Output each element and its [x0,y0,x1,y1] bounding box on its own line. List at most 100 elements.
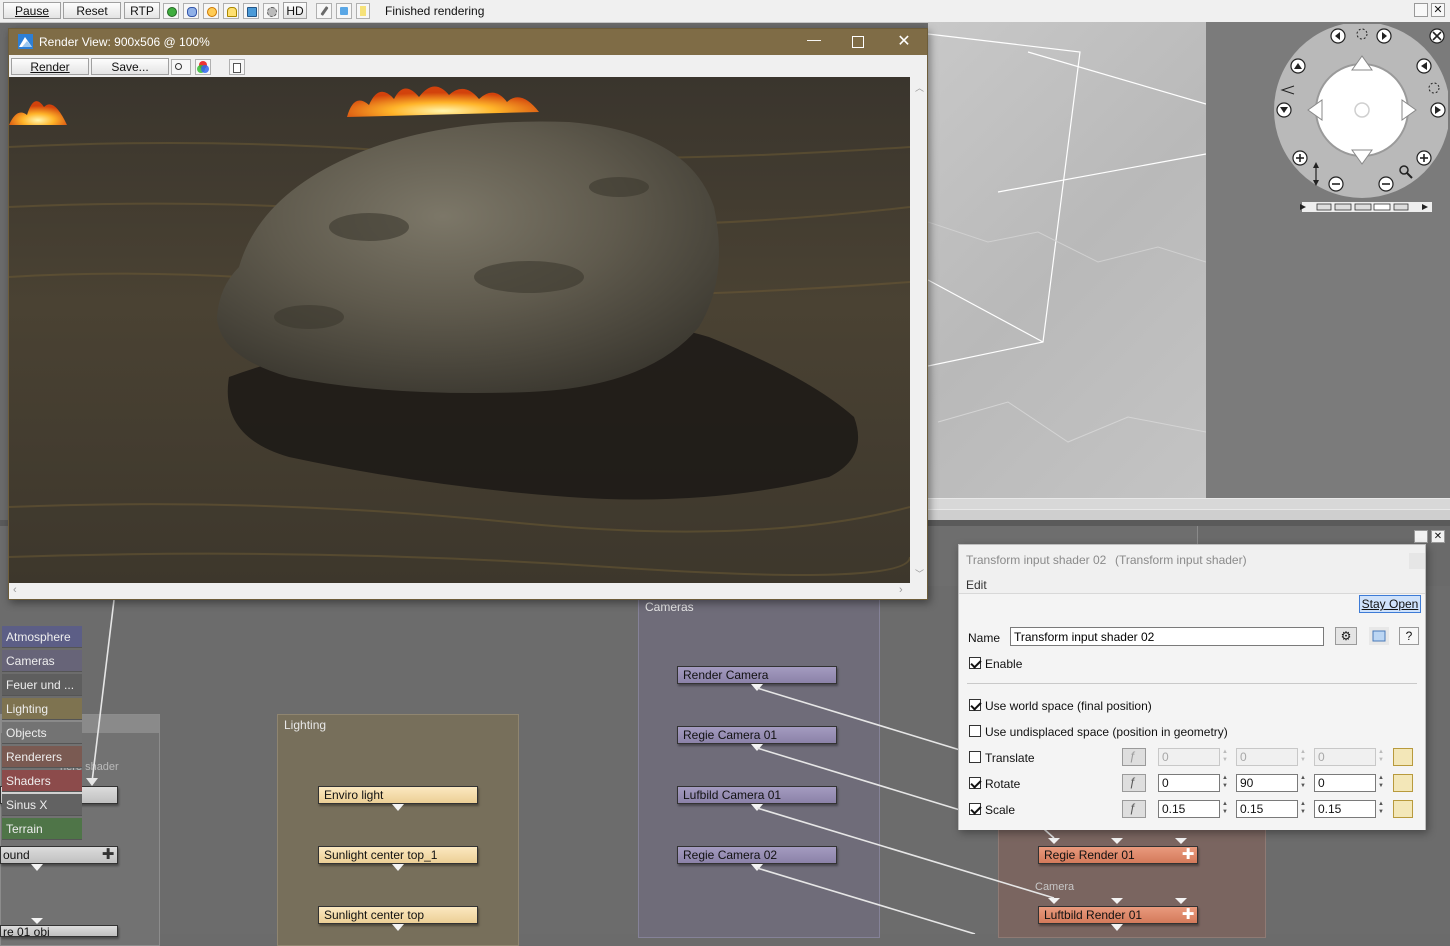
panel-splitter[interactable] [928,498,1450,521]
scale-z-input[interactable]: 0.15 [1314,800,1376,818]
hd-button[interactable]: HD [283,2,307,19]
category-atmosphere[interactable]: Atmosphere [2,626,82,648]
category-terrain[interactable]: Terrain [2,818,82,840]
translate-checkbox[interactable] [969,751,981,763]
transform-shader-properties-dialog[interactable]: Transform input shader 02 (Transform inp… [958,544,1426,830]
edit-menu[interactable]: Edit [966,578,987,592]
output-connector-icon[interactable] [751,864,763,871]
help-button[interactable]: ? [1399,627,1419,645]
rtp-button[interactable]: RTP [124,2,160,19]
render-camera-node[interactable]: Render Camera [677,666,837,684]
3d-viewport[interactable] [928,22,1206,498]
output-connector-icon[interactable] [751,804,763,811]
gear-icon[interactable] [263,3,279,19]
scale-animation-icon[interactable]: ƒ [1122,800,1146,818]
rotate-animation-icon[interactable]: ƒ [1122,774,1146,792]
input-connector-icon[interactable] [31,918,43,924]
render-region-icon[interactable] [336,3,352,19]
translate-animation-icon[interactable]: ƒ [1122,748,1146,766]
rotate-y-spinner[interactable]: ▲ ▼ [1299,774,1307,792]
category-objects[interactable]: Objects [2,722,82,744]
scroll-down-icon[interactable]: ﹀ [915,567,924,580]
undisplaced-space-checkbox[interactable] [969,725,981,737]
dialog-pin-icon[interactable] [1409,553,1425,569]
translate-x-spinner[interactable]: ▲ ▼ [1221,748,1229,766]
rotate-z-spinner[interactable]: ▲ ▼ [1377,774,1385,792]
world-space-checkbox[interactable] [969,699,981,711]
category-feuer-und[interactable]: Feuer und ... [2,674,82,696]
rotate-x-input[interactable]: 0 [1158,774,1220,792]
brush-icon[interactable] [316,3,332,19]
scale-z-spinner[interactable]: ▲ ▼ [1377,800,1385,818]
translate-y-input[interactable]: 0 [1236,748,1298,766]
settings-gear-icon[interactable]: ⚙ [1335,627,1357,645]
scale-y-spinner[interactable]: ▲ ▼ [1299,800,1307,818]
scale-checkbox[interactable] [969,803,981,815]
input-connector-icon[interactable] [1111,898,1123,904]
dialog-restore-icon[interactable] [1414,530,1428,543]
translate-z-spinner[interactable]: ▲ ▼ [1377,748,1385,766]
save-button[interactable]: Save... [91,58,169,75]
scale-y-input[interactable]: 0.15 [1236,800,1298,818]
enable-checkbox[interactable] [969,657,981,669]
regie-render-01-node[interactable]: Regie Render 01 ✚ [1038,846,1198,864]
luftbild-render-01-node[interactable]: Luftbild Render 01 ✚ [1038,906,1198,924]
category-shaders[interactable]: Shaders [2,770,82,792]
category-sinus-x[interactable]: Sinus X [2,794,82,816]
expand-plus-icon[interactable]: ✚ [1181,907,1195,922]
minimize-button[interactable]: — [807,31,821,51]
horizontal-scrollbar[interactable]: ‹ › [9,583,911,599]
output-connector-icon[interactable] [392,924,404,931]
render-button[interactable]: Render [11,58,89,75]
close-window-button[interactable]: ✕ [896,31,912,51]
expand-plus-icon[interactable]: ✚ [1181,847,1195,862]
sun-icon[interactable] [203,3,219,19]
input-connector-icon[interactable] [1175,838,1187,844]
close-icon[interactable]: ✕ [1431,3,1445,17]
output-connector-icon[interactable] [392,804,404,811]
navigation-widget[interactable] [1272,22,1450,214]
enviro-light-node[interactable]: Enviro light [318,786,478,804]
rotate-y-input[interactable]: 90 [1236,774,1298,792]
partial-object-node[interactable]: re 01 obj [0,925,118,937]
input-connector-icon[interactable] [1175,898,1187,904]
reset-button[interactable]: Reset [63,2,121,19]
lufbild-camera-01-node[interactable]: Lufbild Camera 01 [677,786,837,804]
ground-node[interactable]: ound ✚ [0,846,118,864]
scale-x-input[interactable]: 0.15 [1158,800,1220,818]
render-view-titlebar[interactable]: Render View: 900x506 @ 100% — ✕ [9,29,927,55]
translate-x-input[interactable]: 0 [1158,748,1220,766]
output-connector-icon[interactable] [392,864,404,871]
output-connector-icon[interactable] [751,684,763,691]
category-renderers[interactable]: Renderers [2,746,82,768]
document-icon[interactable] [229,59,245,75]
restore-icon[interactable] [1414,3,1428,17]
cloud-icon[interactable] [183,3,199,19]
cameras-group-panel[interactable]: Cameras [638,596,880,938]
expand-plus-icon[interactable]: ✚ [101,847,115,862]
render-view-window[interactable]: Render View: 900x506 @ 100% — ✕ Render S… [8,28,928,600]
scroll-right-icon[interactable]: › [899,584,903,596]
translate-y-spinner[interactable]: ▲ ▼ [1299,748,1307,766]
maximize-button[interactable] [852,36,864,48]
preview-icon[interactable] [1369,627,1389,645]
scroll-left-icon[interactable]: ‹ [13,584,17,596]
input-connector-icon[interactable] [1048,898,1060,904]
vertical-scrollbar[interactable]: ︿ ﹀ [911,77,927,583]
rotate-x-spinner[interactable]: ▲ ▼ [1221,774,1229,792]
translate-z-input[interactable]: 0 [1314,748,1376,766]
sunlight-center-top-1-node[interactable]: Sunlight center top_1 [318,846,478,864]
category-lighting[interactable]: Lighting [2,698,82,720]
globe-icon[interactable] [163,3,179,19]
regie-camera-02-node[interactable]: Regie Camera 02 [677,846,837,864]
zoom-dropdown-icon[interactable] [171,59,191,75]
stay-open-button[interactable]: Stay Open [1359,595,1421,613]
output-connector-icon[interactable] [31,864,43,871]
color-channels-icon[interactable] [195,59,211,75]
input-connector-icon[interactable] [1048,838,1060,844]
scroll-up-icon[interactable]: ︿ [915,81,924,94]
material-icon[interactable] [243,3,259,19]
pause-button[interactable]: Pause [3,2,61,19]
input-connector-icon[interactable] [1111,838,1123,844]
scale-paste-icon[interactable] [1393,800,1413,818]
